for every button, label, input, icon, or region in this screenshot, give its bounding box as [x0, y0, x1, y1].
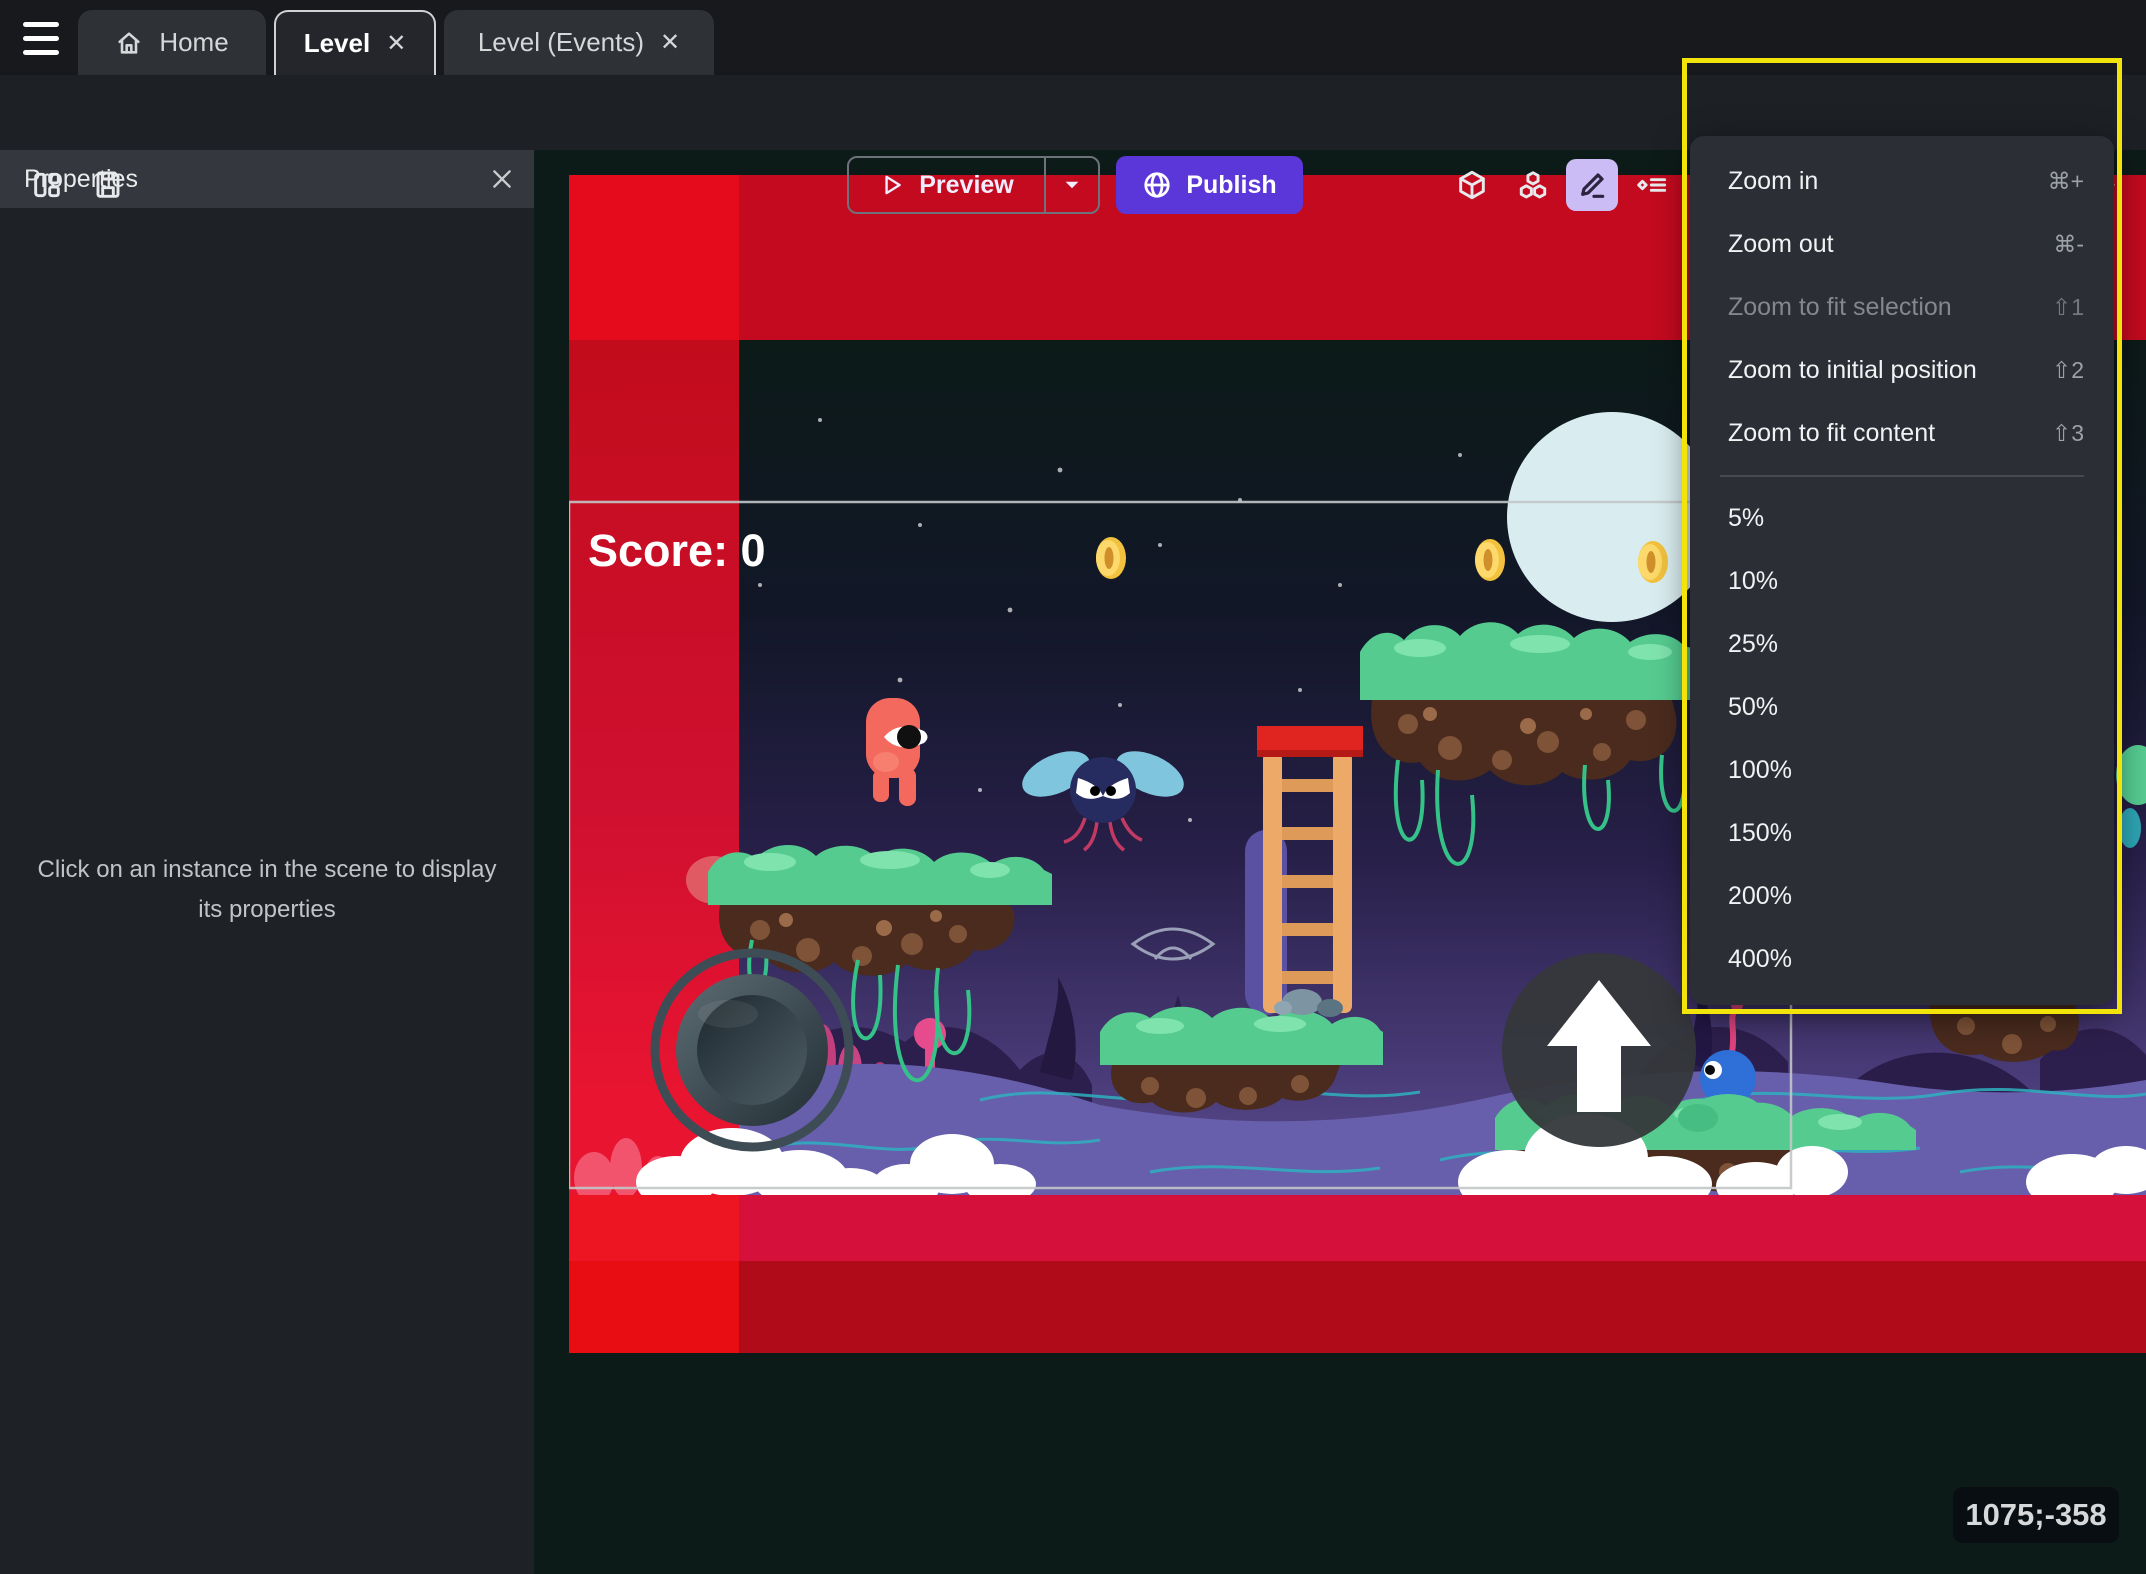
tab-level-label: Level — [303, 28, 371, 58]
open-objects-button[interactable] — [1509, 161, 1557, 209]
properties-panel: Properties Click on an instance in the s… — [0, 150, 534, 1574]
preview-button[interactable]: Preview — [847, 156, 1100, 214]
panels-layout-icon — [34, 172, 60, 198]
joystick-control[interactable] — [650, 948, 854, 1152]
menu-item-zoom-fit-selection: Zoom to fit selection ⇧1 — [1728, 293, 2084, 321]
tab-level[interactable]: Level ✕ — [274, 10, 436, 75]
publish-label: Publish — [1186, 170, 1277, 199]
tab-bar: Home Level ✕ Level (Events) ✕ — [0, 0, 2146, 75]
hamburger-icon — [23, 21, 59, 27]
tab-home[interactable]: Home — [78, 10, 266, 75]
tab-level-events-close-icon[interactable]: ✕ — [660, 28, 680, 57]
home-icon — [118, 31, 140, 54]
chevron-down-icon — [1065, 181, 1079, 189]
toggle-3d-view-button[interactable] — [1448, 161, 1496, 209]
cursor-coordinates-badge: 1075;-358 — [1953, 1487, 2119, 1543]
jump-button-control[interactable] — [1502, 953, 1696, 1147]
publish-button[interactable]: Publish — [1116, 156, 1303, 214]
tab-level-events-label: Level (Events) — [477, 27, 645, 57]
pencil-icon — [1581, 173, 1605, 198]
close-icon — [493, 170, 511, 188]
menu-item-zoom-25[interactable]: 25% — [1690, 613, 2114, 676]
shortcut-label: ⌘- — [2053, 231, 2084, 257]
save-button[interactable] — [84, 161, 132, 209]
menu-item-zoom-10[interactable]: 10% — [1690, 550, 2114, 613]
menu-item-zoom-in[interactable]: Zoom in ⌘+ — [1690, 150, 2114, 213]
preview-options-button[interactable] — [1046, 174, 1098, 196]
menu-item-zoom-400[interactable]: 400% — [1690, 928, 2114, 991]
preview-label: Preview — [919, 170, 1014, 199]
globe-icon — [1144, 172, 1170, 198]
objects-stack-icon — [1519, 171, 1547, 199]
tab-home-label: Home — [159, 27, 229, 57]
play-icon — [885, 175, 902, 195]
moon — [1507, 412, 1717, 622]
tab-level-close-icon[interactable]: ✕ — [386, 29, 406, 58]
tab-level-events[interactable]: Level (Events) ✕ — [444, 10, 714, 75]
properties-empty-hint: Click on an instance in the scene to dis… — [37, 856, 497, 923]
shortcut-label: ⌘+ — [2047, 168, 2084, 194]
zoom-dropdown-menu: Zoom in ⌘+ Zoom out ⌘- Zoom to fit selec… — [1690, 136, 2114, 1005]
menu-item-zoom-150[interactable]: 150% — [1690, 802, 2114, 865]
instances-list-button[interactable] — [1628, 161, 1676, 209]
menu-item-zoom-out[interactable]: Zoom out ⌘- — [1690, 213, 2114, 276]
edit-mode-button[interactable] — [1566, 159, 1618, 211]
shortcut-label: ⇧2 — [2051, 357, 2084, 383]
score-label: Score: 0 — [588, 525, 766, 576]
menu-item-zoom-initial-position[interactable]: Zoom to initial position ⇧2 — [1690, 339, 2114, 402]
properties-panel-header: Properties — [0, 150, 534, 208]
scene-bottom-red-bands — [569, 1195, 2146, 1353]
menu-item-zoom-200[interactable]: 200% — [1690, 865, 2114, 928]
save-icon — [96, 171, 120, 198]
menu-item-zoom-50[interactable]: 50% — [1690, 676, 2114, 739]
menu-item-zoom-100[interactable]: 100% — [1690, 739, 2114, 802]
shortcut-label: ⇧3 — [2051, 420, 2084, 446]
toggle-panels-button[interactable] — [23, 161, 71, 209]
shortcut-label: ⇧1 — [2051, 294, 2084, 320]
properties-panel-close-button[interactable] — [482, 159, 522, 199]
menu-divider — [1720, 475, 2084, 477]
instances-list-icon — [1637, 178, 1667, 192]
menu-item-zoom-fit-content[interactable]: Zoom to fit content ⇧3 — [1690, 402, 2114, 465]
menu-item-zoom-5[interactable]: 5% — [1690, 487, 2114, 550]
main-menu-button[interactable] — [16, 14, 66, 62]
3d-box-icon — [1459, 170, 1485, 200]
